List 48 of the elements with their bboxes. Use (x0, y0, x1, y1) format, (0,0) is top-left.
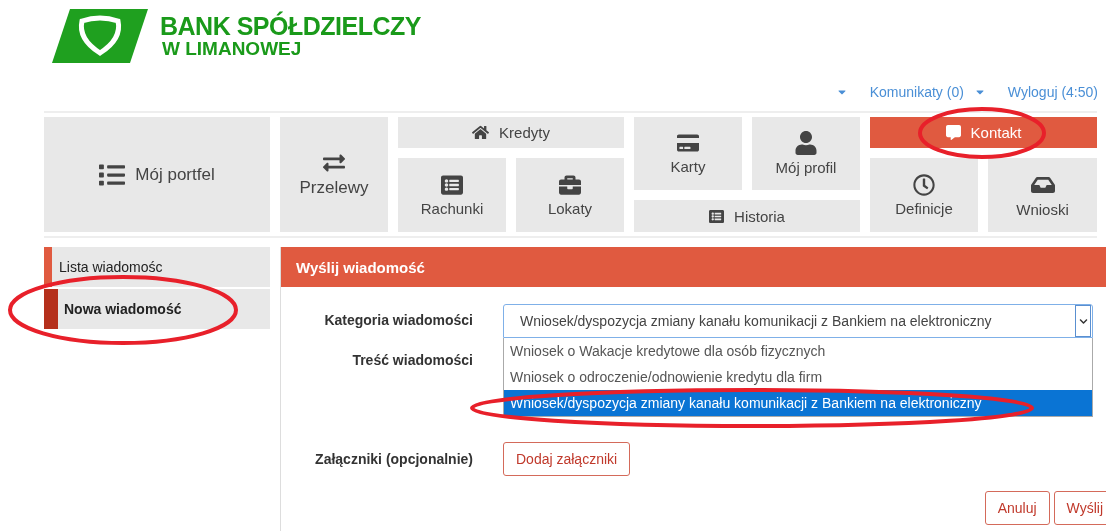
nav-tile[interactable]: Mój portfel (44, 117, 270, 232)
nav-tile[interactable]: Definicje (870, 158, 978, 232)
field-label: Treść wiadomości (351, 351, 473, 368)
nav-label: Mój portfel (135, 164, 215, 185)
nav-label: Historia (734, 207, 785, 225)
nav-label: Wnioski (1016, 200, 1069, 218)
bank-name-line: BANK SPÓŁDZIELCZY (160, 12, 421, 40)
nav-label: Mój profil (775, 159, 837, 176)
panel-title: Wyślij wiadomość (281, 247, 1106, 287)
action-button[interactable]: Anuluj (984, 491, 1050, 525)
category-select[interactable]: Wniosek/dyspozycja zmiany kanału komunikacji z Bankiem na elektroniczny (503, 304, 1093, 338)
home-icon (472, 124, 490, 141)
sidebar-item[interactable]: Nowa wiadomość (44, 289, 270, 329)
field-label: Kategoria wiadomości (323, 311, 473, 328)
nav-tile[interactable]: Lokaty (516, 158, 624, 232)
top-link[interactable]: Komunikaty (0) (869, 84, 986, 100)
bank-logo-icon (52, 9, 148, 63)
sidebar-item[interactable]: Lista wiadomośc (44, 247, 270, 287)
nav-label: Definicje (895, 199, 953, 217)
nav-label: Kredyty (499, 124, 550, 141)
user-icon (794, 131, 818, 155)
add-attachment-button[interactable]: Dodaj załączniki (503, 442, 631, 476)
nav-tile[interactable]: Kredyty (398, 117, 624, 148)
nav-tile[interactable]: Kontakt (870, 117, 1097, 148)
card-icon (677, 132, 699, 154)
nav-tile[interactable]: Przelewy (280, 117, 388, 232)
nav-tile[interactable]: Mój profil (752, 117, 860, 190)
nav-label: Rachunki (420, 199, 484, 217)
nav-label: Lokaty (547, 199, 593, 217)
nav-tile[interactable]: Historia (634, 200, 860, 232)
chevron-icon (1075, 305, 1091, 337)
nav-label: Karty (670, 158, 706, 175)
briefcase-icon (559, 173, 581, 196)
nav-tile[interactable]: Karty (634, 117, 742, 190)
action-button[interactable]: Wyślij (1053, 491, 1106, 525)
nav-tile[interactable]: Wnioski (988, 158, 1097, 232)
nav-label: Przelewy (299, 177, 369, 198)
bank-name-line: W LIMANOWEJ (162, 39, 303, 60)
transfer-arrows-icon (323, 151, 345, 174)
document-list-icon (709, 208, 725, 224)
field-label: Załączniki (opcjonalnie) (314, 450, 473, 467)
nav-tile[interactable]: Rachunki (398, 158, 506, 232)
clock-icon (913, 173, 935, 196)
document-list-icon (441, 173, 463, 196)
list-icon (99, 161, 126, 188)
nav-label: Kontakt (970, 124, 1022, 141)
top-link[interactable]: Wyloguj (4:50) (1007, 84, 1098, 100)
chat-bubble-icon (945, 125, 961, 140)
